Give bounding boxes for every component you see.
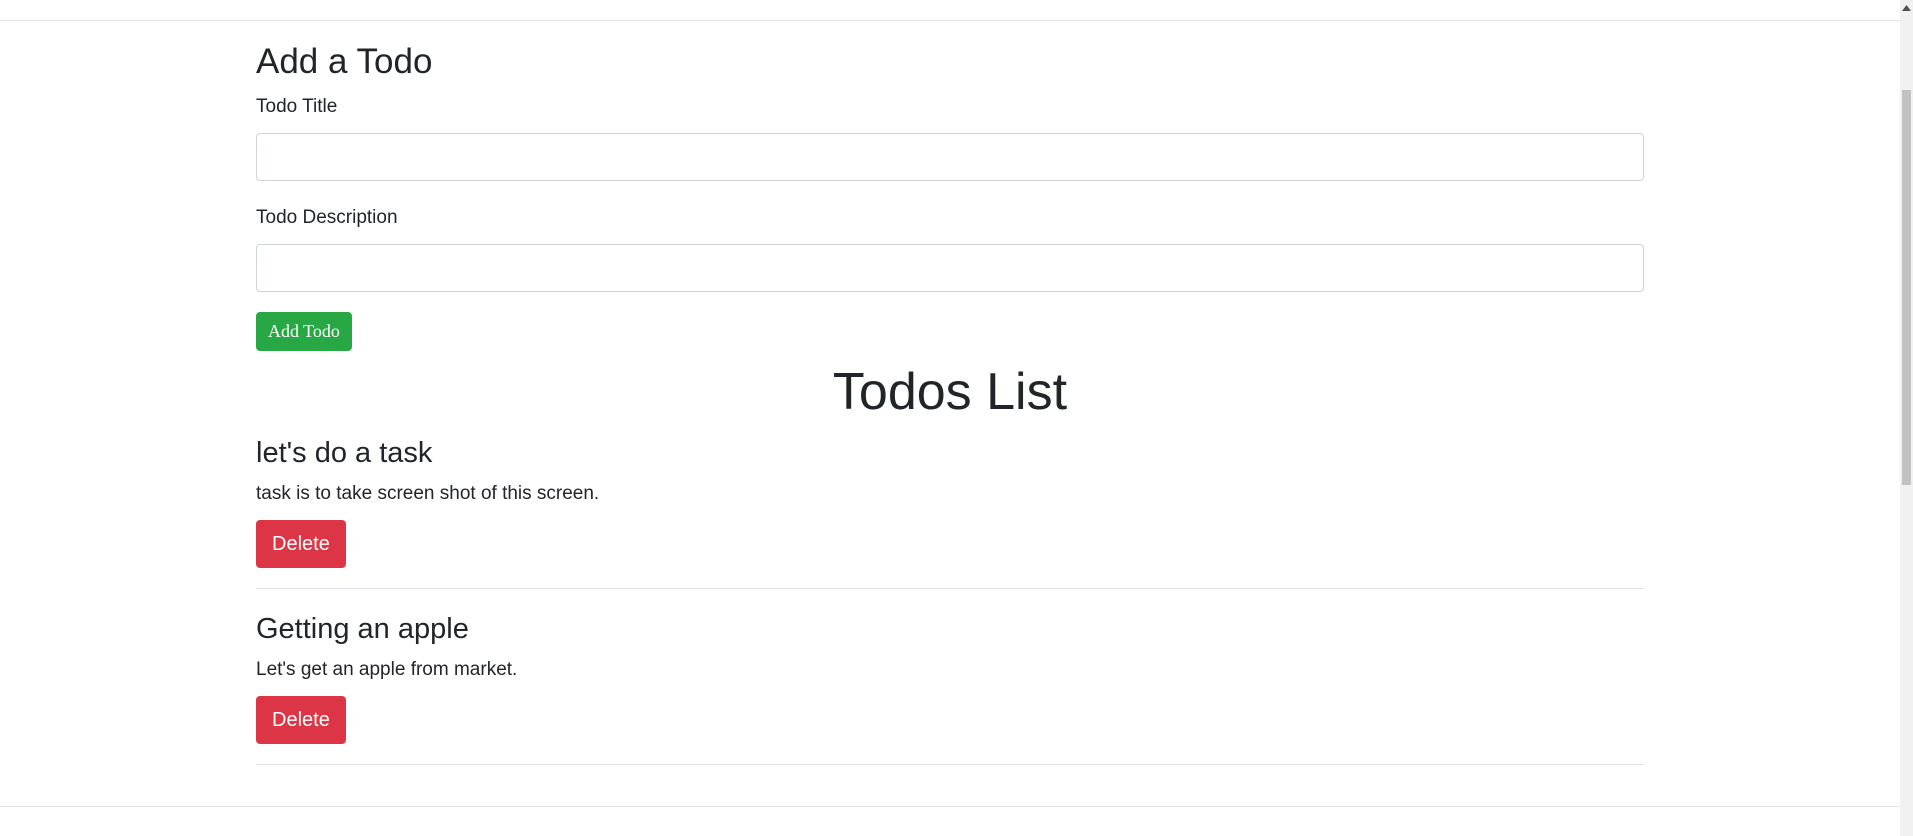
chevron-up-icon[interactable] — [1900, 0, 1913, 16]
page: Add a Todo Todo Title Todo Description A… — [0, 0, 1913, 836]
todo-item-title: Getting an apple — [256, 613, 469, 645]
delete-button[interactable]: Delete — [256, 520, 346, 568]
todo-description-label: Todo Description — [256, 207, 398, 228]
top-divider — [0, 20, 1900, 21]
bottom-divider — [0, 806, 1900, 807]
add-todo-button[interactable]: Add Todo — [256, 312, 352, 351]
todo-item-description: Let's get an apple from market. — [256, 659, 518, 680]
todo-item-description: task is to take screen shot of this scre… — [256, 483, 600, 504]
todos-list-heading: Todos List — [832, 363, 1068, 421]
form-heading: Add a Todo — [256, 42, 433, 81]
todos-list: let's do a task task is to take screen s… — [256, 435, 1644, 765]
todo-item-title: let's do a task — [256, 437, 433, 469]
todo-item: let's do a task task is to take screen s… — [256, 435, 1644, 589]
vertical-scrollbar[interactable] — [1900, 0, 1913, 836]
main-container: Add a Todo Todo Title Todo Description A… — [256, 38, 1644, 765]
todo-item: Getting an apple Let's get an apple from… — [256, 611, 1644, 765]
todo-title-input[interactable] — [256, 133, 1644, 181]
delete-button[interactable]: Delete — [256, 696, 346, 744]
todo-title-label: Todo Title — [256, 96, 338, 117]
add-todo-form: Add a Todo Todo Title Todo Description A… — [256, 38, 1644, 351]
todo-description-input[interactable] — [256, 244, 1644, 292]
scrollbar-thumb[interactable] — [1902, 90, 1911, 485]
